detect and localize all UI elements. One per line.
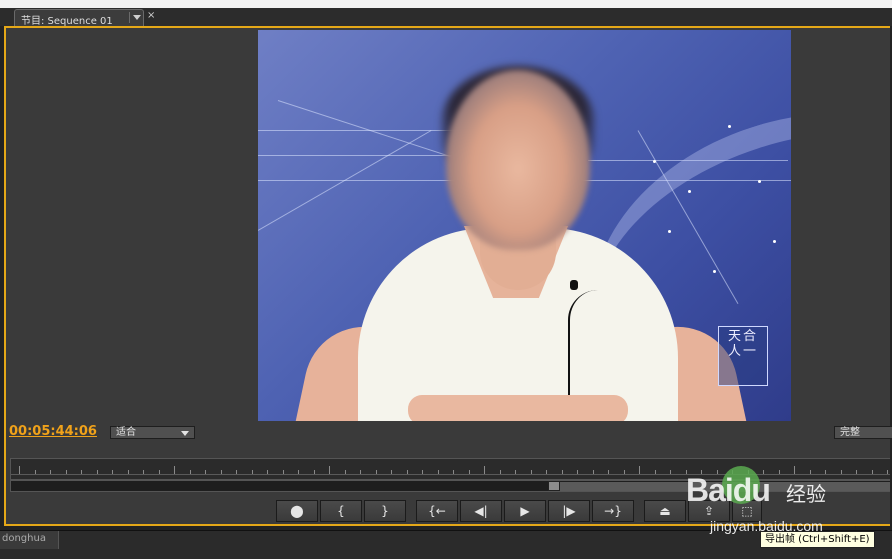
go-to-out-button[interactable]: →} [592,500,634,522]
ruler-tick [391,470,392,474]
ruler-tick [422,470,423,474]
mark-in-button[interactable]: { [320,500,362,522]
tab-menu-icon[interactable] [129,12,144,23]
ruler-tick [887,470,888,474]
add-marker-button[interactable]: ⬤ [276,500,318,522]
mark-out-button[interactable]: } [364,500,406,522]
ruler-tick [220,470,222,474]
step-back-button[interactable]: ◀| [460,500,502,522]
watermark-cn: 经验 [786,482,826,506]
ruler-tick [623,470,625,474]
ruler-tick [34,470,36,474]
ruler-tick [375,470,377,474]
mark-out-icon: } [381,504,389,518]
mark-in-icon: { [337,504,345,518]
step-back-icon: ◀| [474,504,488,518]
add-marker-icon: ⬤ [290,504,304,518]
ruler-tick [654,470,656,474]
project-tab-label: donghua [2,533,46,544]
go-to-out-icon: →} [604,504,622,518]
export-frame-tooltip: 导出帧 (Ctrl+Shift+E) [760,531,875,548]
ruler-tick [313,470,315,474]
ruler-tick [530,470,532,474]
ruler-tick [406,470,408,474]
ruler-tick [81,470,82,474]
ruler-tick [499,470,501,474]
quality-select[interactable]: 完整 [834,426,892,439]
ruler-tick [670,470,671,474]
step-forward-button[interactable]: |▶ [548,500,590,522]
station-logo: 天合 人一 [718,326,768,386]
ruler-tick [592,470,594,474]
lift-button[interactable]: ⏏ [644,500,686,522]
close-tab-icon[interactable]: × [147,10,155,21]
quality-select-value: 完整 [840,427,860,438]
watermark-brand: Baidu [686,472,771,508]
logo-line1: 天合 [727,329,758,344]
ruler-tick [608,470,609,474]
lapel-mic-icon [570,280,578,290]
ruler-tick [112,470,113,474]
ruler-tick [174,466,175,474]
lift-icon: ⏏ [659,504,671,518]
ruler-tick [484,466,485,474]
ruler-tick [515,470,516,474]
ruler-tick [329,466,330,474]
tab-title: 节目: Sequence 01 [21,16,113,27]
ruler-tick [453,470,454,474]
ruler-tick [282,470,284,474]
playhead-handle[interactable] [548,481,560,491]
ruler-tick [127,470,129,474]
baidu-watermark: Baidu 经验 jingyan.baidu.com [686,462,886,542]
ruler-tick [468,470,470,474]
ruler-tick [189,470,191,474]
ruler-tick [143,470,144,474]
ruler-tick [437,470,439,474]
ruler-tick [205,470,206,474]
ruler-tick [251,470,253,474]
program-monitor-tab[interactable]: 节目: Sequence 01 [14,9,144,27]
ruler-tick [19,466,20,474]
ruler-tick [50,470,51,474]
play-icon: ▶ [520,504,530,518]
presenter-blurred-face [446,70,590,250]
ruler-tick [344,470,346,474]
ruler-tick [546,470,547,474]
step-forward-icon: |▶ [562,504,576,518]
chevron-down-icon [181,431,189,436]
video-frame: 天合 人一 [258,30,791,421]
go-to-in-button[interactable]: {← [416,500,458,522]
ruler-tick [561,470,563,474]
project-tab[interactable]: donghua [0,531,59,549]
ruler-tick [298,470,299,474]
presenter-hands [408,395,628,421]
ruler-tick [360,470,361,474]
ruler-tick [96,470,98,474]
go-to-in-icon: {← [428,504,446,518]
ruler-tick [577,470,578,474]
playhead-timecode[interactable]: 00:05:44:06 [9,424,97,439]
logo-line2: 人一 [727,344,758,359]
ruler-tick [236,470,237,474]
zoom-select-value: 适合 [116,427,136,438]
ruler-tick [639,466,640,474]
ruler-tick [158,470,160,474]
zoom-select[interactable]: 适合 [110,426,195,439]
ruler-tick [65,470,67,474]
ruler-tick [267,470,268,474]
play-button[interactable]: ▶ [504,500,546,522]
